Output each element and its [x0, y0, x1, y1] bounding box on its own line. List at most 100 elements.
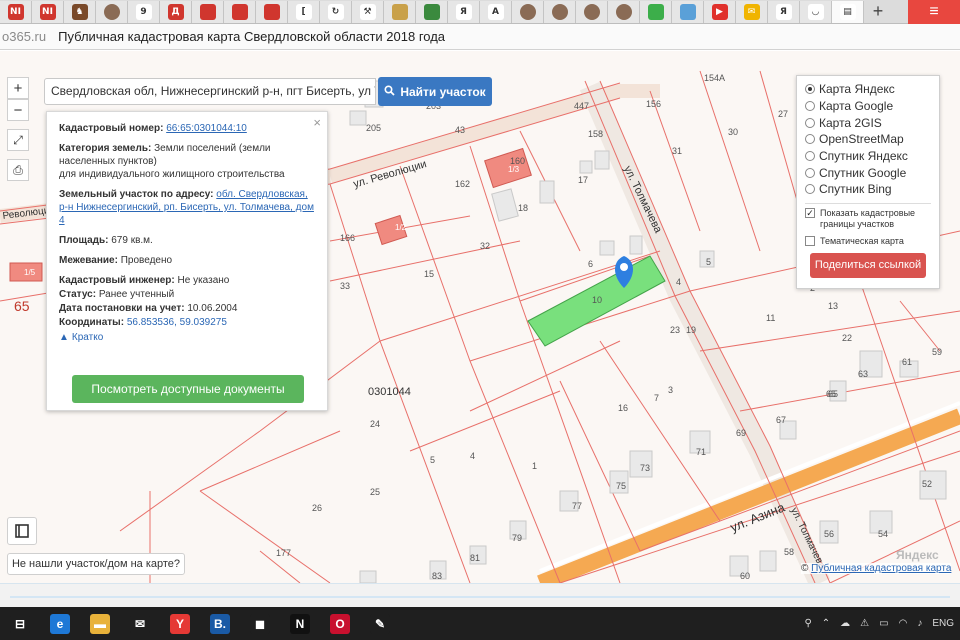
- radio-button[interactable]: [805, 151, 815, 162]
- alert-icon[interactable]: ⚠: [860, 618, 869, 629]
- thematic-checkbox[interactable]: [805, 235, 815, 246]
- zoom-out-button[interactable]: −: [7, 99, 29, 121]
- parcel-number: 15: [424, 269, 435, 279]
- taskbar-app[interactable]: N: [280, 607, 320, 640]
- popup-close-icon[interactable]: ×: [313, 116, 321, 129]
- app-icon: [423, 3, 440, 20]
- address-bar[interactable]: o365.ru Публичная кадастровая карта Свер…: [0, 24, 960, 50]
- parcel-number: 26: [312, 503, 323, 513]
- layer-option[interactable]: Спутник Google: [805, 164, 931, 181]
- layer-option[interactable]: Спутник Яндекс: [805, 148, 931, 165]
- taskbar-app[interactable]: ⊟: [0, 607, 40, 640]
- wifi-icon[interactable]: ◠: [899, 618, 908, 629]
- map-canvas[interactable]: ул. Революции ул. Толмачева ул. Азина ул. Т…: [0, 51, 960, 583]
- taskbar-app[interactable]: ◼: [240, 607, 280, 640]
- taskbar-app[interactable]: B.: [200, 607, 240, 640]
- browser-tab[interactable]: [544, 0, 576, 23]
- browser-tab[interactable]: [672, 0, 704, 23]
- browser-tab[interactable]: ▶: [704, 0, 736, 23]
- date-value: 10.06.2004: [187, 303, 238, 314]
- parcel-number: 30: [728, 127, 739, 137]
- browser-tab[interactable]: [256, 0, 288, 23]
- browser-tab[interactable]: [384, 0, 416, 23]
- taskbar-app[interactable]: ✎: [360, 607, 400, 640]
- parcel-number: 52: [922, 479, 933, 489]
- network-icon[interactable]: ▭: [879, 618, 888, 629]
- radio-button[interactable]: [805, 84, 815, 95]
- volume-icon[interactable]: ♪: [917, 618, 922, 629]
- not-found-button[interactable]: Не нашли участок/дом на карте?: [7, 553, 185, 575]
- survey-value: Проведено: [120, 255, 173, 266]
- browser-tab[interactable]: ✉: [736, 0, 768, 23]
- briefly-toggle[interactable]: ▲ Кратко: [59, 331, 315, 344]
- layer-option[interactable]: Карта Google: [805, 98, 931, 115]
- radio-button[interactable]: [805, 184, 815, 195]
- browser-tab[interactable]: [192, 0, 224, 23]
- taskbar-app[interactable]: ▬: [80, 607, 120, 640]
- browser-tab[interactable]: ▤: [832, 0, 864, 23]
- browser-tab[interactable]: ♞: [64, 0, 96, 23]
- parcel-info-popup: × Кадастровый номер: 66:65:0301044:10 Ка…: [46, 111, 328, 411]
- taskbar-app[interactable]: ✉: [120, 607, 160, 640]
- browser-tab[interactable]: ◡: [800, 0, 832, 23]
- search-icon: [384, 84, 395, 99]
- language-indicator[interactable]: ENG: [932, 618, 954, 629]
- parcel-number: 160: [510, 156, 526, 166]
- browser-tab[interactable]: [96, 0, 128, 23]
- show-borders-toggle[interactable]: ✓ Показать кадастровые границы участков: [805, 207, 931, 230]
- parcel-number: 17: [578, 175, 589, 185]
- browser-menu-button[interactable]: ≡: [908, 0, 960, 24]
- engineer-label: Кадастровый инженер:: [59, 275, 175, 286]
- browser-tab[interactable]: [224, 0, 256, 23]
- browser-tab[interactable]: [512, 0, 544, 23]
- share-link-button[interactable]: Поделиться ссылкой: [810, 252, 926, 278]
- radio-button[interactable]: [805, 117, 815, 128]
- zoom-in-button[interactable]: +: [7, 77, 29, 99]
- radio-button[interactable]: [805, 101, 815, 112]
- radio-button[interactable]: [805, 134, 815, 145]
- parcel-number: 65: [826, 389, 837, 399]
- browser-tab[interactable]: Д: [160, 0, 192, 23]
- view-documents-button[interactable]: Посмотреть доступные документы: [72, 375, 304, 403]
- browser-tab[interactable]: Я: [768, 0, 800, 23]
- os-taskbar: ⊟ e ▬ ✉ Y B. ◼ N O ✎ ⚲ ⌃ ☁ ⚠ ▭ ◠ ♪ ENG: [0, 607, 960, 640]
- layer-option[interactable]: Карта Яндекс: [805, 81, 931, 98]
- cadastral-number-link[interactable]: 66:65:0301044:10: [166, 123, 247, 134]
- taskbar-app[interactable]: e: [40, 607, 80, 640]
- taskbar-app[interactable]: O: [320, 607, 360, 640]
- browser-tab[interactable]: NI: [32, 0, 64, 23]
- legend-button[interactable]: [7, 517, 37, 545]
- new-tab-button[interactable]: +: [864, 1, 892, 23]
- person-icon[interactable]: ⚲: [804, 618, 811, 629]
- taskbar-app[interactable]: Y: [160, 607, 200, 640]
- left-parcel-number: 65: [14, 298, 30, 314]
- layer-option[interactable]: OpenStreetMap: [805, 131, 931, 148]
- address-search-input[interactable]: Свердловская обл, Нижнесергинский р-н, п…: [44, 78, 376, 105]
- browser-tab[interactable]: [416, 0, 448, 23]
- radio-button[interactable]: [805, 167, 815, 178]
- browser-tab[interactable]: ↻: [320, 0, 352, 23]
- show-borders-checkbox[interactable]: ✓: [805, 207, 815, 218]
- browser-tab[interactable]: A: [480, 0, 512, 23]
- find-parcel-button[interactable]: Найти участок: [378, 77, 492, 106]
- thematic-toggle[interactable]: Тематическая карта: [805, 235, 931, 247]
- parcel-number: 5: [430, 455, 436, 465]
- layer-option[interactable]: Карта 2GIS: [805, 114, 931, 131]
- chevron-up-icon[interactable]: ⌃: [822, 618, 830, 629]
- layer-option[interactable]: Спутник Bing: [805, 181, 931, 198]
- browser-tab[interactable]: 9: [128, 0, 160, 23]
- browser-tab[interactable]: [640, 0, 672, 23]
- onedrive-icon[interactable]: ☁: [840, 618, 850, 629]
- browser-tab[interactable]: [576, 0, 608, 23]
- attribution-link[interactable]: Публичная кадастровая карта: [811, 563, 951, 574]
- browser-tab[interactable]: Я: [448, 0, 480, 23]
- fullscreen-button[interactable]: ⤢: [7, 129, 29, 151]
- page-title: Публичная кадастровая карта Свердловской…: [58, 29, 446, 44]
- browser-tab[interactable]: ⚒: [352, 0, 384, 23]
- browser-tab[interactable]: [608, 0, 640, 23]
- parcel-number: 73: [640, 463, 651, 473]
- print-button[interactable]: ⎙: [7, 159, 29, 181]
- browser-tab[interactable]: NI: [0, 0, 32, 23]
- browser-tab[interactable]: [: [288, 0, 320, 23]
- avatar-icon: [615, 3, 632, 20]
